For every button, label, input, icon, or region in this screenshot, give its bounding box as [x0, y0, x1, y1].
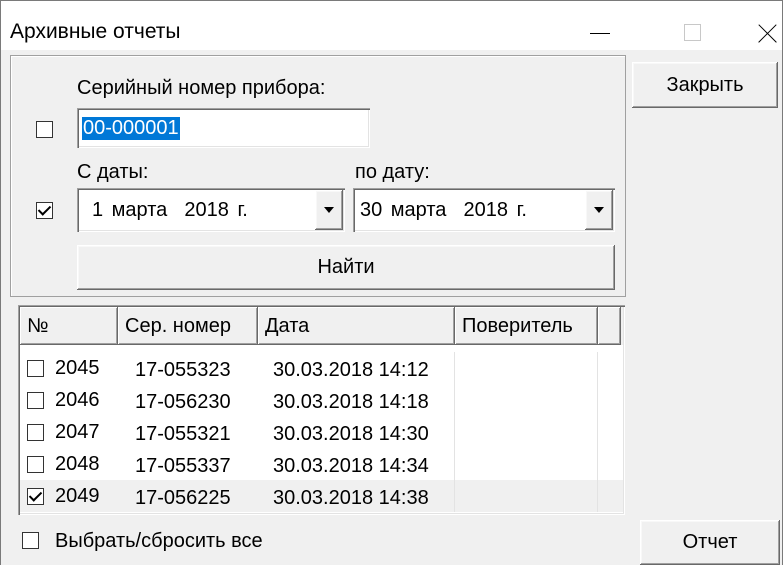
row-date: 30.03.2018 14:30 — [258, 416, 455, 448]
row-filler — [598, 384, 621, 416]
row-number: 2048 — [55, 453, 100, 475]
column-header-date[interactable]: Дата — [258, 307, 455, 345]
minimize-icon — [590, 33, 610, 34]
row-serial: 17-056230 — [135, 391, 231, 413]
serial-number-input[interactable]: 00-000001 — [77, 108, 370, 148]
report-button[interactable]: Отчет — [640, 520, 780, 565]
date-from-picker[interactable]: 1 марта 2018 г. — [77, 188, 345, 232]
row-checkbox[interactable] — [27, 488, 44, 505]
list-rows: 2045 17-055323 30.03.2018 14:12 2046 17-… — [20, 352, 623, 512]
row-filler — [598, 416, 621, 448]
list-header: № Сер. номер Дата Поверитель — [20, 307, 623, 345]
row-checkbox[interactable] — [27, 392, 44, 409]
close-button[interactable]: Закрыть — [632, 62, 778, 108]
window-title: Архивные отчеты — [10, 20, 181, 43]
row-filler — [598, 480, 621, 512]
row-verifier — [455, 416, 598, 448]
column-header-verifier[interactable]: Поверитель — [455, 307, 598, 345]
archive-reports-window: Архивные отчеты Серийный номер прибора: … — [0, 0, 783, 565]
row-number: 2045 — [55, 357, 100, 379]
minimize-button[interactable] — [575, 11, 621, 51]
row-number-cell: 2048 — [20, 448, 118, 480]
column-header-serial[interactable]: Сер. номер — [118, 307, 258, 345]
serial-number-label: Серийный номер прибора: — [77, 77, 326, 99]
serial-number-value: 00-000001 — [82, 117, 180, 140]
table-row[interactable]: 2045 17-055323 30.03.2018 14:12 — [20, 352, 623, 384]
row-verifier — [455, 480, 598, 512]
row-date: 30.03.2018 14:34 — [258, 448, 455, 480]
close-icon — [744, 11, 782, 51]
column-header-number[interactable]: № — [20, 307, 118, 345]
table-row[interactable]: 2046 17-056230 30.03.2018 14:18 — [20, 384, 623, 416]
column-header-extra[interactable] — [598, 307, 621, 345]
row-number: 2047 — [55, 421, 100, 443]
reports-list[interactable]: № Сер. номер Дата Поверитель 2045 17-055… — [18, 305, 625, 515]
date-to-value: 30 марта 2018 г. — [360, 199, 527, 221]
title-bar[interactable]: Архивные отчеты — [1, 1, 782, 50]
date-to-picker[interactable]: 30 марта 2018 г. — [353, 188, 615, 232]
table-row[interactable]: 2047 17-055321 30.03.2018 14:30 — [20, 416, 623, 448]
row-verifier — [455, 352, 598, 384]
date-from-label: С даты: — [77, 161, 149, 183]
row-number: 2046 — [55, 389, 100, 411]
row-date: 30.03.2018 14:18 — [258, 384, 455, 416]
table-row[interactable]: 2049 17-056225 30.03.2018 14:38 — [20, 480, 623, 512]
close-window-button[interactable] — [744, 11, 782, 51]
row-number: 2049 — [55, 485, 100, 507]
maximize-icon — [684, 24, 701, 41]
serial-filter-checkbox[interactable] — [36, 121, 53, 138]
row-serial: 17-055323 — [135, 359, 231, 381]
row-number-cell: 2047 — [20, 416, 118, 448]
date-to-dropdown-button[interactable] — [585, 190, 613, 230]
row-number-cell: 2046 — [20, 384, 118, 416]
search-button[interactable]: Найти — [77, 245, 615, 290]
maximize-button[interactable] — [669, 11, 715, 51]
select-all-label[interactable]: Выбрать/сбросить все — [55, 530, 263, 552]
date-from-value: 1 марта 2018 г. — [92, 199, 248, 221]
row-verifier — [455, 448, 598, 480]
row-filler — [598, 448, 621, 480]
row-serial: 17-056225 — [135, 487, 231, 509]
row-date: 30.03.2018 14:38 — [258, 480, 455, 512]
row-date: 30.03.2018 14:12 — [258, 352, 455, 384]
row-serial: 17-055337 — [135, 455, 231, 477]
table-row[interactable]: 2048 17-055337 30.03.2018 14:34 — [20, 448, 623, 480]
dropdown-arrow-icon — [324, 207, 334, 213]
row-serial: 17-055321 — [135, 423, 231, 445]
row-number-cell: 2049 — [20, 480, 118, 512]
date-to-label: по дату: — [355, 161, 430, 183]
row-number-cell: 2045 — [20, 352, 118, 384]
row-checkbox[interactable] — [27, 424, 44, 441]
row-checkbox[interactable] — [27, 456, 44, 473]
row-filler — [598, 352, 621, 384]
date-from-dropdown-button[interactable] — [315, 190, 343, 230]
row-verifier — [455, 384, 598, 416]
select-all-checkbox[interactable] — [22, 532, 39, 549]
row-checkbox[interactable] — [27, 360, 44, 377]
dropdown-arrow-icon — [594, 207, 604, 213]
filter-panel: Серийный номер прибора: 00-000001 С даты… — [10, 55, 626, 297]
date-filter-checkbox[interactable] — [36, 202, 53, 219]
